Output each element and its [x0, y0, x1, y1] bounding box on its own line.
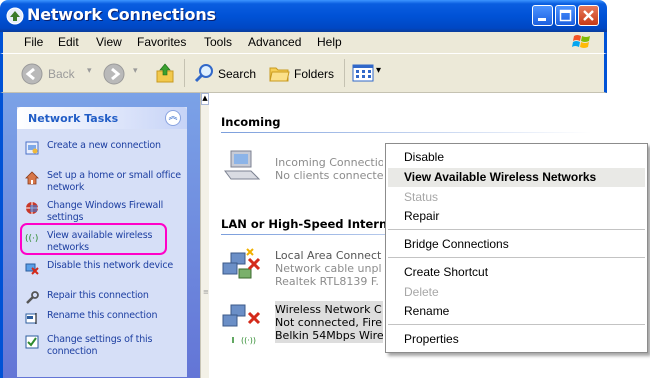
menu-advanced[interactable]: Advanced	[248, 35, 301, 49]
connection-local-area[interactable]: Local Area Connect Network cable unpl Re…	[221, 245, 391, 289]
connection-wireless[interactable]: ((·)) Wireless Network C Not connected, …	[221, 299, 391, 345]
menu-separator	[388, 257, 645, 258]
context-menu: Disable View Available Wireless Networks…	[385, 143, 648, 353]
folders-button[interactable]: Folders	[268, 62, 343, 86]
minimize-button[interactable]	[532, 5, 553, 26]
firewall-icon	[26, 202, 38, 214]
disable-device-icon	[25, 263, 39, 275]
incoming-connection-icon	[224, 150, 261, 180]
views-icon	[352, 64, 374, 82]
search-label: Search	[218, 67, 257, 81]
settings-icon	[25, 335, 39, 349]
menu-item-bridge-connections[interactable]: Bridge Connections	[404, 237, 509, 251]
pane-scrollbar[interactable]: ▲ ≡	[200, 93, 209, 378]
back-dropdown-icon: ▾	[87, 65, 92, 75]
home-network-icon	[25, 171, 39, 185]
menu-tools[interactable]: Tools	[204, 35, 232, 49]
menu-edit[interactable]: Edit	[58, 35, 79, 49]
folders-icon	[269, 67, 290, 82]
lan-line-1: Local Area Connect	[275, 249, 382, 262]
menu-item-repair[interactable]: Repair	[404, 209, 439, 223]
network-tasks-title: Network Tasks	[28, 112, 119, 125]
menu-view[interactable]: View	[96, 35, 122, 49]
connection-incoming[interactable]: Incoming Connectio No clients connecte	[221, 147, 391, 187]
network-tasks-header[interactable]: Network Tasks ︽	[17, 107, 187, 129]
network-connections-icon	[6, 7, 24, 25]
menu-separator	[388, 229, 645, 230]
forward-dropdown-icon[interactable]: ▾	[133, 65, 138, 76]
folders-label: Folders	[294, 67, 335, 81]
toolbar-separator	[344, 59, 345, 87]
section-title-incoming: Incoming	[221, 115, 281, 129]
views-button[interactable]: ▾	[352, 63, 388, 85]
section-divider	[221, 132, 591, 133]
scroll-grip-icon: ≡	[203, 288, 209, 296]
menu-separator	[388, 324, 645, 325]
wireless-line-3: Belkin 54Mbps Wire	[275, 329, 383, 342]
rename-icon	[25, 313, 37, 324]
windows-logo-icon	[572, 35, 590, 48]
close-button[interactable]	[578, 5, 599, 26]
scroll-up-icon[interactable]: ▲	[201, 93, 209, 105]
back-button[interactable]: Back ▾	[21, 63, 92, 85]
back-arrow-icon	[21, 63, 43, 85]
lan-connection-icon	[222, 248, 261, 279]
svg-text:((·)): ((·))	[241, 336, 256, 345]
menu-bar: File Edit View Favorites Tools Advanced …	[0, 32, 607, 53]
minimize-icon	[538, 18, 546, 21]
toolbar: Back ▾ ▾ Search Folders ▾	[0, 53, 607, 93]
wireless-line-2: Not connected, Fire	[275, 316, 382, 329]
lan-line-2: Network cable unpl	[275, 262, 382, 275]
views-dropdown-icon: ▾	[376, 65, 382, 76]
menu-item-properties[interactable]: Properties	[404, 332, 459, 346]
menu-help[interactable]: Help	[317, 35, 342, 49]
search-icon	[194, 64, 213, 83]
back-label: Back	[48, 67, 75, 81]
incoming-line-1: Incoming Connectio	[275, 156, 383, 169]
window-title: Network Connections	[27, 5, 216, 24]
close-icon	[583, 10, 594, 21]
title-bar[interactable]: Network Connections	[0, 0, 607, 32]
up-folder-button[interactable]	[154, 62, 176, 84]
toolbar-separator	[184, 59, 185, 87]
menu-item-status: Status	[404, 190, 439, 204]
create-connection-icon	[25, 141, 39, 155]
search-button[interactable]: Search	[193, 62, 263, 86]
menu-item-create-shortcut[interactable]: Create Shortcut	[404, 265, 488, 279]
menu-item-delete: Delete	[404, 285, 439, 299]
forward-button[interactable]	[103, 63, 125, 85]
maximize-button[interactable]	[555, 5, 576, 26]
menu-favorites[interactable]: Favorites	[137, 35, 186, 49]
wireless-connection-icon: ((·))	[222, 304, 261, 345]
wireless-line-1: Wireless Network C	[275, 303, 382, 316]
maximize-icon	[559, 9, 572, 22]
lan-line-3: Realtek RTL8139 F.	[275, 275, 379, 288]
incoming-line-2: No clients connecte	[275, 169, 383, 182]
menu-item-view-wireless-networks[interactable]: View Available Wireless Networks	[404, 170, 596, 184]
menu-item-rename[interactable]: Rename	[404, 304, 449, 318]
menu-file[interactable]: File	[24, 35, 43, 49]
section-title-lan: LAN or High-Speed Intern	[221, 217, 388, 231]
collapse-chevron-icon[interactable]: ︽	[165, 110, 181, 126]
wireless-task-highlight	[20, 223, 167, 255]
repair-icon	[26, 291, 39, 304]
menu-item-disable[interactable]: Disable	[404, 150, 444, 164]
